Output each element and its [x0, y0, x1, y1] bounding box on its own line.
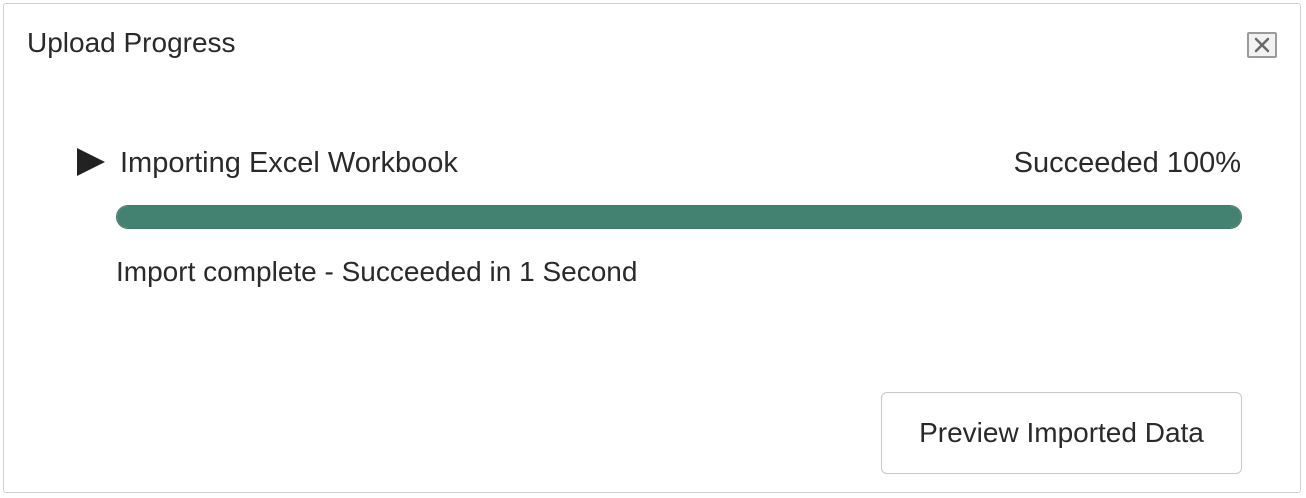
task-label: Importing Excel Workbook	[120, 147, 458, 179]
progress-bar	[116, 205, 1242, 229]
close-icon	[1253, 37, 1271, 53]
task-row: Importing Excel Workbook Succeeded 100%	[75, 142, 1241, 186]
close-button[interactable]	[1247, 32, 1277, 58]
status-message: Import complete - Succeeded in 1 Second	[116, 256, 638, 287]
play-triangle-icon	[75, 148, 107, 181]
dialog-title: Upload Progress	[27, 27, 236, 58]
expand-toggle[interactable]	[75, 147, 107, 177]
progress-fill	[117, 206, 1241, 228]
task-status: Succeeded 100%	[1013, 147, 1241, 179]
preview-imported-data-button[interactable]: Preview Imported Data	[881, 392, 1242, 474]
